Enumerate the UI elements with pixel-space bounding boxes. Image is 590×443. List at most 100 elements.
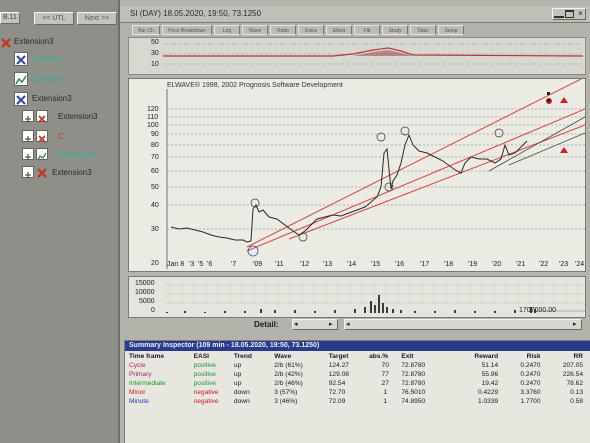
tree-item[interactable]: Extension3 xyxy=(0,36,110,48)
row-reward: 51.14 xyxy=(481,362,499,369)
tab-extra[interactable]: Extra xyxy=(298,25,324,35)
oscillator-pane: 50 30 10 xyxy=(128,37,586,75)
scroll-right-icon[interactable]: ▸ xyxy=(573,320,577,328)
row-reward: 0.4229 xyxy=(477,389,499,396)
tree-item-label: Extension3 xyxy=(58,150,98,159)
expand-icon[interactable] xyxy=(22,110,34,122)
summary-header-row: Time frame EASI Trend Wave Target abs.% … xyxy=(127,352,587,361)
detail-right-arrow-icon[interactable]: ▸ xyxy=(329,320,333,328)
wave-icon xyxy=(14,52,28,66)
summary-row[interactable]: Minute negative down 3 (46%) 72.09 1 74.… xyxy=(127,397,587,406)
row-easi: negative xyxy=(193,389,219,396)
row-target: 72.09 xyxy=(328,398,346,405)
row-wave: 2/b (61%) xyxy=(274,362,303,369)
expand-icon[interactable] xyxy=(22,148,34,160)
row-rr: 0.13 xyxy=(570,389,583,396)
detail-slider[interactable]: ◂ ▸ xyxy=(292,319,338,330)
detail-bar: Detail: ◂ ▸ ◂ ▸ xyxy=(128,318,584,332)
tab-fib[interactable]: Fib xyxy=(354,25,380,35)
tab-bar-chart[interactable]: Bar Ch xyxy=(132,25,160,35)
x-tick: '15 xyxy=(371,261,381,268)
summary-row[interactable]: Cycle positive up 2/b (61%) 124.27 70 72… xyxy=(127,361,587,370)
x-tick: '19 xyxy=(468,261,478,268)
volume-tick: 0 xyxy=(151,307,155,314)
volume-tick: 10000 xyxy=(135,289,155,296)
header-exit: Exit xyxy=(401,353,414,360)
summary-row[interactable]: Minor negative down 3 (57%) 72.70 1 76.5… xyxy=(127,388,587,397)
row-risk: 0.2470 xyxy=(520,380,541,387)
header-abs: abs.% xyxy=(369,353,389,360)
header-trend: Trend xyxy=(233,353,252,360)
row-abs: 1 xyxy=(383,398,388,405)
row-risk: 0.2470 xyxy=(520,371,541,378)
row-trend: up xyxy=(233,371,242,378)
row-timeframe: Intermediate xyxy=(129,380,166,387)
row-risk: 0.2470 xyxy=(520,362,541,369)
tree-item[interactable]: C xyxy=(22,130,122,144)
oscillator-tick: 10 xyxy=(151,61,159,68)
tree-item[interactable]: Lorenzo xyxy=(14,52,114,66)
row-reward: 1.0339 xyxy=(477,398,499,405)
row-easi: positive xyxy=(193,371,216,378)
maximize-button[interactable] xyxy=(565,10,574,18)
x-tick: '24 xyxy=(575,261,585,268)
tab-log[interactable]: Log xyxy=(214,25,240,35)
row-exit: 72.8780 xyxy=(401,371,426,378)
close-button[interactable]: × xyxy=(576,8,585,20)
horizontal-scrollbar[interactable]: ◂ ▸ xyxy=(344,319,582,330)
x-tick: '20 xyxy=(492,261,502,268)
row-rr: 0.58 xyxy=(570,398,583,405)
tree-view: Extension3 Lorenzo Lorenzo Extension3 Ex… xyxy=(0,30,122,210)
tree-item[interactable]: Extension3 xyxy=(22,166,122,180)
nav-next-button[interactable]: Next >> xyxy=(77,12,117,25)
tree-item[interactable]: Extension3 xyxy=(22,110,122,124)
tab-setup[interactable]: Setup xyxy=(438,25,464,35)
expand-icon[interactable] xyxy=(22,130,34,142)
wave-icon xyxy=(14,92,28,106)
tree-item-label: Extension3 xyxy=(58,112,98,121)
row-wave: 3 (57%) xyxy=(274,389,298,396)
expand-icon[interactable] xyxy=(22,166,34,178)
row-exit: 72.8780 xyxy=(401,380,426,387)
x-tick: '12 xyxy=(300,261,310,268)
header-timeframe: Time frame xyxy=(129,353,165,360)
window-title: SI (DAY) 18.05.2020, 19:50, 73.1250 xyxy=(130,9,262,18)
tab-wave[interactable]: Wave xyxy=(242,25,268,35)
row-exit: 72.8780 xyxy=(401,362,426,369)
oscillator-plot xyxy=(163,43,583,65)
summary-row[interactable]: Intermediate positive up 2/b (46%) 92.54… xyxy=(127,379,587,388)
detail-left-arrow-icon[interactable]: ◂ xyxy=(294,320,298,328)
row-exit: 74.8950 xyxy=(401,398,426,405)
tab-study[interactable]: Study xyxy=(382,25,408,35)
row-trend: down xyxy=(233,389,250,396)
y-tick: 90 xyxy=(151,131,159,138)
tab-elliott[interactable]: Elliott xyxy=(326,25,352,35)
y-tick: 80 xyxy=(151,142,159,149)
tab-strip: Bar Ch Price Breakdown Log Wave Ratio Ex… xyxy=(132,25,572,36)
tab-stats[interactable]: Stats xyxy=(410,25,436,35)
tree-item[interactable]: Lorenzo xyxy=(14,72,114,86)
row-timeframe: Primary xyxy=(129,371,152,378)
volume-tick: 5000 xyxy=(139,298,155,305)
summary-row[interactable]: Primary positive up 2/b (42%) 129.08 77 … xyxy=(127,370,587,379)
tab-price-breakdown[interactable]: Price Breakdown xyxy=(162,25,212,35)
title-bar: SI (DAY) 18.05.2020, 19:50, 73.1250 × xyxy=(120,6,590,23)
y-tick: 100 xyxy=(147,122,159,129)
scroll-left-icon[interactable]: ◂ xyxy=(346,320,350,328)
screen: B.11 << UTL Next >> Extension3 Lorenzo L… xyxy=(0,0,590,443)
tree-item-label: Lorenzo xyxy=(32,74,61,83)
nav-back-button[interactable]: << UTL xyxy=(34,12,74,25)
x-tick: '6 xyxy=(207,261,213,268)
header-risk: Risk xyxy=(526,353,541,360)
row-abs: 77 xyxy=(381,371,389,378)
row-rr: 226.54 xyxy=(562,371,583,378)
row-wave: 2/b (46%) xyxy=(274,380,303,387)
tree-item[interactable]: Extension3 xyxy=(14,92,114,106)
x-tick: '18 xyxy=(444,261,454,268)
tab-ratio[interactable]: Ratio xyxy=(270,25,296,35)
tree-item[interactable]: Extension3 xyxy=(22,148,122,162)
minimize-button[interactable] xyxy=(554,10,564,18)
summary-inspector: Summary Inspector (109 min - 18.05.2020,… xyxy=(124,340,590,443)
row-target: 92.54 xyxy=(328,380,346,387)
y-tick: 120 xyxy=(147,106,159,113)
